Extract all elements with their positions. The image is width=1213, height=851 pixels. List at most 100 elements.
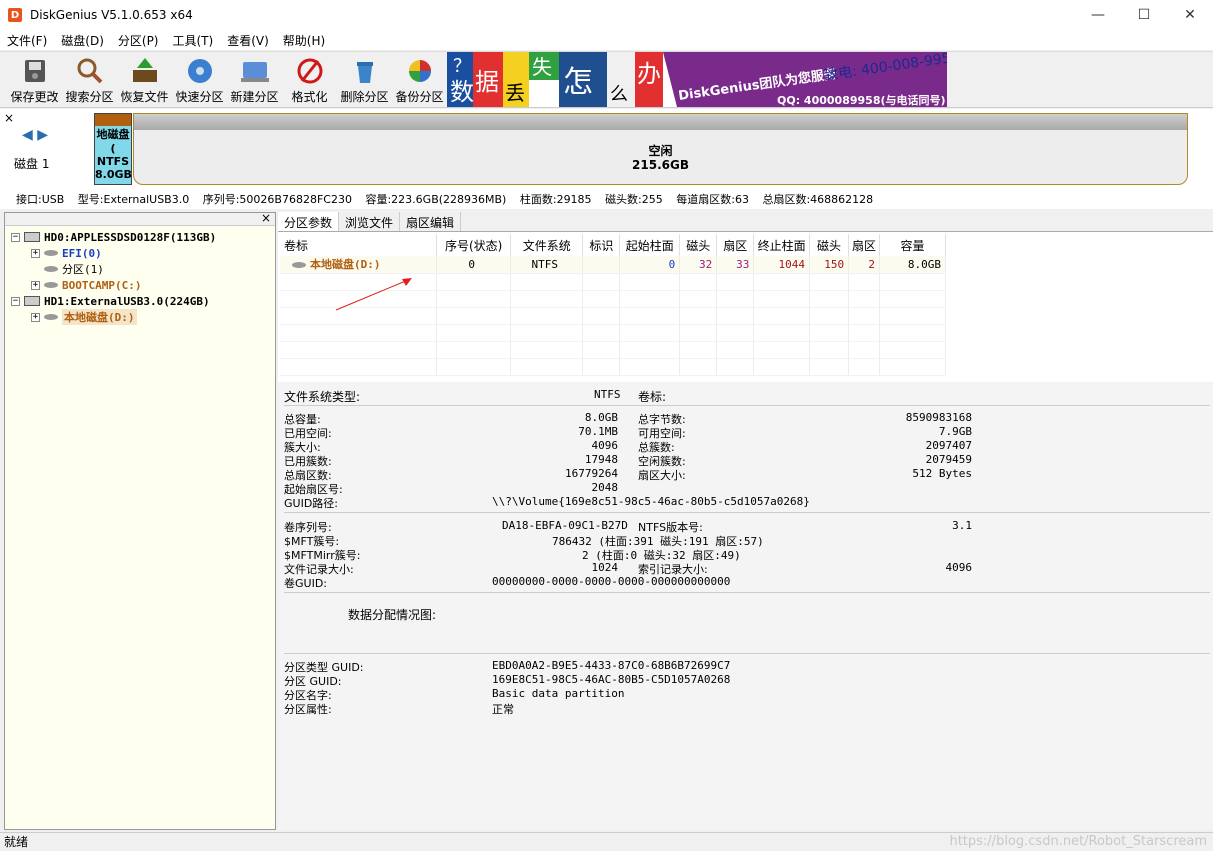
tree-item-hd0[interactable]: − HD0:APPLESSDSD0128F(113GB) (11, 229, 216, 245)
free-space-bar (134, 114, 1187, 130)
backup-partition-button[interactable]: 备份分区 (392, 52, 447, 108)
free-space-value: 7.9GB (938, 425, 972, 438)
col-header[interactable]: 扇区 (716, 234, 755, 256)
fs-type-value: NTFS (594, 388, 621, 401)
expand-icon[interactable]: + (31, 312, 40, 322)
disk-label: 磁盘 1 (14, 157, 50, 171)
total-sectors-value: 16779264 (565, 467, 618, 480)
col-header[interactable]: 磁头 (809, 234, 850, 256)
col-header[interactable]: 终止柱面 (753, 234, 810, 256)
partition-info-area: 文件系统类型: NTFS 卷标: 总容量: 8.0GB 总字节数: 859098… (278, 382, 1213, 830)
quick-partition-button[interactable]: 快速分区 (172, 52, 227, 108)
divider (284, 405, 1210, 406)
table-row (280, 324, 946, 342)
partition-icon (44, 282, 58, 288)
title-bar: D DiskGenius V5.1.0.653 x64 — ☐ ✕ (0, 0, 1213, 30)
tree-item-partition1[interactable]: 分区(1) (44, 261, 104, 277)
disk-total-sectors: 总扇区数:468862128 (762, 193, 874, 206)
maximize-button[interactable]: ☐ (1121, 0, 1167, 30)
red-arrow-annotation (335, 278, 412, 311)
menu-file[interactable]: 文件(F) (7, 32, 47, 49)
disk-capacity: 容量:223.6GB(228936MB) (365, 193, 507, 206)
collapse-icon[interactable]: − (11, 296, 20, 306)
tree-close-icon[interactable]: × (261, 211, 271, 225)
index-record-size-value: 4096 (945, 561, 973, 574)
start-sector-value: 2048 (591, 481, 619, 494)
cell-end-head: 150 (809, 256, 850, 274)
ad-banner[interactable]: 数 据 丢 失 怎 么 办 ？ DiskGenius团队为您服务 致电: 400… (447, 52, 947, 107)
sector-size-value: 512 Bytes (912, 467, 972, 480)
menu-disk[interactable]: 磁盘(D) (61, 32, 104, 49)
partition-name-value: Basic data partition (492, 687, 625, 700)
window-title: DiskGenius V5.1.0.653 x64 (30, 8, 193, 22)
banner-char: 据 (475, 68, 499, 96)
free-space-block[interactable]: 空闲 215.6GB (133, 113, 1188, 185)
guid-path-label: GUID路径: (284, 497, 338, 510)
col-header[interactable]: 序号(状态) (436, 234, 512, 256)
tree-item-hd1[interactable]: − HD1:ExternalUSB3.0(224GB) (11, 293, 210, 309)
recover-files-button[interactable]: 恢复文件 (117, 52, 172, 108)
tree-item-local-d[interactable]: + 本地磁盘(D:) (31, 309, 137, 325)
minimize-button[interactable]: — (1075, 0, 1121, 30)
menu-view[interactable]: 查看(V) (227, 32, 269, 49)
delete-partition-button[interactable]: 删除分区 (337, 52, 392, 108)
col-header[interactable]: 文件系统 (510, 234, 584, 256)
banner-qq: QQ: 4000089958(与电话同号) (777, 93, 946, 107)
cell-volume: 本地磁盘(D:) (280, 256, 438, 274)
tree-item-label: 本地磁盘(D:) (62, 309, 137, 325)
save-icon (24, 60, 45, 82)
format-icon (297, 58, 322, 84)
partition-d-size: 8.0GB (95, 168, 132, 181)
menu-tools[interactable]: 工具(T) (173, 32, 214, 49)
backup-icon (408, 60, 431, 82)
partition-icon (44, 314, 58, 320)
tab-sector-edit[interactable]: 扇区编辑 (400, 212, 462, 231)
watermark-text: https://blog.csdn.net/Robot_Starscream (949, 834, 1207, 849)
col-header[interactable]: 起始柱面 (619, 234, 681, 256)
col-header[interactable]: 标识 (582, 234, 621, 256)
close-button[interactable]: ✕ (1167, 0, 1213, 30)
cell-index: 0 (436, 256, 512, 274)
cell-start-sector: 33 (716, 256, 755, 274)
free-space-label: 空闲 (648, 144, 673, 158)
expand-icon[interactable]: + (31, 280, 40, 290)
volume-guid-value: 00000000-0000-0000-0000-000000000000 (492, 575, 731, 588)
disk-panel-close-icon[interactable]: × (4, 111, 14, 125)
total-capacity-value: 8.0GB (584, 411, 618, 424)
partition-d-block[interactable]: 地磁盘( NTFS 8.0GB (94, 113, 132, 185)
disk-tree-panel: × − HD0:APPLESSDSD0128F(113GB) + EFI(0) … (4, 211, 276, 830)
search-icon (77, 58, 102, 84)
col-header[interactable]: 磁头 (679, 234, 718, 256)
search-partition-button[interactable]: 搜索分区 (62, 52, 117, 108)
window-controls: — ☐ ✕ (1075, 0, 1213, 30)
toolbar-label: 快速分区 (175, 90, 224, 104)
tab-browse-files[interactable]: 浏览文件 (339, 212, 401, 231)
table-row[interactable]: 本地磁盘(D:) 0 NTFS 0 32 33 1044 150 2 8.0GB (280, 256, 946, 274)
tree-item-efi[interactable]: + EFI(0) (31, 245, 102, 261)
save-changes-button[interactable]: 保存更改 (7, 52, 62, 108)
new-partition-button[interactable]: 新建分区 (227, 52, 282, 108)
col-header[interactable]: 扇区 (848, 234, 880, 256)
expand-icon[interactable]: + (31, 248, 40, 258)
menu-partition[interactable]: 分区(P) (118, 32, 159, 49)
cell-end-cyl: 1044 (753, 256, 810, 274)
quick-partition-icon (187, 59, 212, 83)
delete-icon (356, 62, 373, 83)
divider (284, 512, 1210, 513)
partition-guid-value: 169E8C51-98C5-46AC-80B5-C5D1057A0268 (492, 673, 731, 686)
col-header[interactable]: 卷标 (280, 234, 438, 256)
total-clusters-value: 2097407 (925, 439, 972, 452)
disk-nav-arrows[interactable]: ◀ ▶ (22, 127, 48, 143)
guid-path-value: \\?\Volume{169e8c51-98c5-46ac-80b5-c5d10… (492, 495, 810, 508)
menu-bar: 文件(F) 磁盘(D) 分区(P) 工具(T) 查看(V) 帮助(H) (0, 30, 1213, 50)
col-header[interactable]: 容量 (879, 234, 946, 256)
tab-partition-params[interactable]: 分区参数 (278, 212, 340, 231)
collapse-icon[interactable]: − (11, 232, 20, 242)
free-space-size: 215.6GB (632, 158, 689, 172)
format-button[interactable]: 格式化 (282, 52, 337, 108)
volume-serial-value: DA18-EBFA-09C1-B27D (502, 519, 628, 532)
toolbar-label: 恢复文件 (120, 90, 169, 104)
disk-cylinders: 柱面数:29185 (519, 193, 592, 206)
menu-help[interactable]: 帮助(H) (283, 32, 325, 49)
tree-item-bootcamp[interactable]: + BOOTCAMP(C:) (31, 277, 141, 293)
